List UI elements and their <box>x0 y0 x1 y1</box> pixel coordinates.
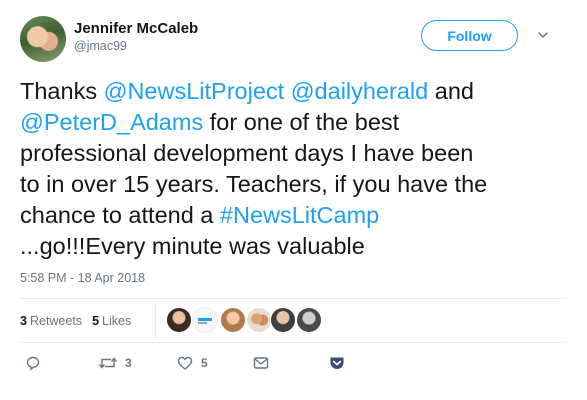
retweets-label: Retweets <box>29 314 83 328</box>
mention-dailyherald[interactable]: @dailyherald <box>291 78 429 104</box>
divider-top <box>20 298 567 299</box>
divider-bottom <box>20 342 567 343</box>
retweet-icon <box>98 357 118 369</box>
retweets-stat[interactable]: 3 Retweets <box>20 314 82 328</box>
heart-icon <box>177 356 193 370</box>
like-button[interactable]: 5 <box>176 354 208 372</box>
hashtag-newslitcamp[interactable]: #NewsLitCamp <box>220 202 379 228</box>
tweet-text-segment: to in over 15 years. Teachers, if you ha… <box>20 171 488 197</box>
user-handle[interactable]: @jmac99 <box>74 39 127 53</box>
user-avatar[interactable] <box>20 16 66 62</box>
stats-separator <box>155 303 156 339</box>
pocket-button[interactable] <box>328 354 346 372</box>
reply-button[interactable] <box>24 354 49 372</box>
like-count: 5 <box>201 356 208 370</box>
tweet-text-segment: chance to attend a <box>20 202 220 228</box>
mention-newslitproject[interactable]: @NewsLitProject <box>104 78 285 104</box>
retweet-button[interactable]: 3 <box>98 354 132 372</box>
tweet-text-segment: Thanks <box>20 78 104 104</box>
tweet-stats: 3 Retweets 5 Likes <box>20 314 141 328</box>
tweet-text-segment: ...go!!!Every minute was valuable <box>20 233 365 259</box>
liker-avatar[interactable] <box>166 307 192 333</box>
liker-avatar[interactable] <box>192 307 218 333</box>
liker-avatar[interactable] <box>220 307 246 333</box>
likes-count: 5 <box>92 314 100 328</box>
likes-label: Likes <box>102 314 132 328</box>
tweet-text: Thanks @NewsLitProject @dailyherald and … <box>20 76 575 262</box>
liker-avatar[interactable] <box>270 307 296 333</box>
tweet-timestamp[interactable]: 5:58 PM - 18 Apr 2018 <box>20 271 145 285</box>
retweet-count: 3 <box>125 356 132 370</box>
more-options-button[interactable] <box>536 28 550 42</box>
liker-avatar[interactable] <box>246 307 272 333</box>
chevron-down-icon <box>538 32 548 39</box>
envelope-icon <box>253 357 269 369</box>
follow-button[interactable]: Follow <box>421 20 518 51</box>
liker-avatar[interactable] <box>296 307 322 333</box>
tweet-text-segment: and <box>428 78 474 104</box>
logo-icon <box>198 318 212 324</box>
pocket-icon <box>330 357 344 369</box>
mention-peterd-adams[interactable]: @PeterD_Adams <box>20 109 203 135</box>
retweets-count: 3 <box>20 314 27 328</box>
direct-message-button[interactable] <box>252 354 270 372</box>
reply-icon <box>26 356 40 371</box>
tweet-text-segment: professional development days I have bee… <box>20 140 474 166</box>
user-name[interactable]: Jennifer McCaleb <box>74 20 198 37</box>
tweet-text-segment: for one of the best <box>203 109 400 135</box>
likes-stat[interactable]: 5 Likes <box>92 314 131 328</box>
